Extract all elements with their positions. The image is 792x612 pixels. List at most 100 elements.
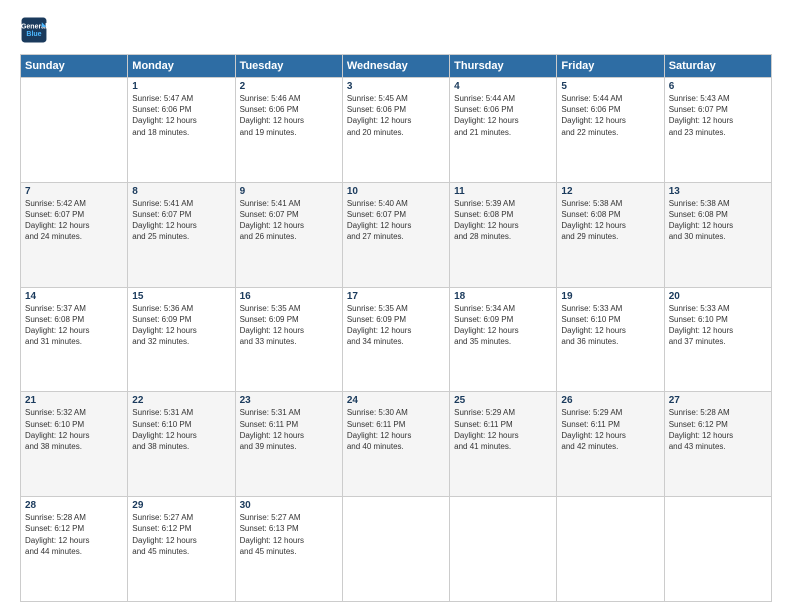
day-number: 17 (347, 291, 445, 302)
week-row-2: 7Sunrise: 5:42 AM Sunset: 6:07 PM Daylig… (21, 182, 772, 287)
day-info: Sunrise: 5:38 AM Sunset: 6:08 PM Dayligh… (561, 198, 659, 243)
day-info: Sunrise: 5:35 AM Sunset: 6:09 PM Dayligh… (347, 303, 445, 348)
calendar-page: General Blue SundayMondayTuesdayWednesda… (0, 0, 792, 612)
day-info: Sunrise: 5:41 AM Sunset: 6:07 PM Dayligh… (132, 198, 230, 243)
calendar-cell (557, 497, 664, 602)
calendar-cell: 17Sunrise: 5:35 AM Sunset: 6:09 PM Dayli… (342, 287, 449, 392)
day-number: 11 (454, 186, 552, 197)
header-row: SundayMondayTuesdayWednesdayThursdayFrid… (21, 55, 772, 78)
day-number: 23 (240, 395, 338, 406)
day-info: Sunrise: 5:27 AM Sunset: 6:13 PM Dayligh… (240, 512, 338, 557)
day-number: 7 (25, 186, 123, 197)
calendar-cell (450, 497, 557, 602)
day-number: 3 (347, 81, 445, 92)
week-row-1: 1Sunrise: 5:47 AM Sunset: 6:06 PM Daylig… (21, 78, 772, 183)
day-number: 28 (25, 500, 123, 511)
calendar-cell: 27Sunrise: 5:28 AM Sunset: 6:12 PM Dayli… (664, 392, 771, 497)
calendar-cell: 5Sunrise: 5:44 AM Sunset: 6:06 PM Daylig… (557, 78, 664, 183)
calendar-cell: 9Sunrise: 5:41 AM Sunset: 6:07 PM Daylig… (235, 182, 342, 287)
calendar-cell (21, 78, 128, 183)
day-number: 12 (561, 186, 659, 197)
calendar-cell: 12Sunrise: 5:38 AM Sunset: 6:08 PM Dayli… (557, 182, 664, 287)
calendar-cell: 1Sunrise: 5:47 AM Sunset: 6:06 PM Daylig… (128, 78, 235, 183)
day-info: Sunrise: 5:29 AM Sunset: 6:11 PM Dayligh… (454, 407, 552, 452)
calendar-cell: 24Sunrise: 5:30 AM Sunset: 6:11 PM Dayli… (342, 392, 449, 497)
day-number: 6 (669, 81, 767, 92)
day-info: Sunrise: 5:31 AM Sunset: 6:11 PM Dayligh… (240, 407, 338, 452)
day-info: Sunrise: 5:39 AM Sunset: 6:08 PM Dayligh… (454, 198, 552, 243)
calendar-cell: 21Sunrise: 5:32 AM Sunset: 6:10 PM Dayli… (21, 392, 128, 497)
day-info: Sunrise: 5:33 AM Sunset: 6:10 PM Dayligh… (669, 303, 767, 348)
calendar-cell: 4Sunrise: 5:44 AM Sunset: 6:06 PM Daylig… (450, 78, 557, 183)
day-info: Sunrise: 5:37 AM Sunset: 6:08 PM Dayligh… (25, 303, 123, 348)
day-info: Sunrise: 5:28 AM Sunset: 6:12 PM Dayligh… (25, 512, 123, 557)
day-number: 5 (561, 81, 659, 92)
day-number: 2 (240, 81, 338, 92)
day-number: 18 (454, 291, 552, 302)
day-info: Sunrise: 5:29 AM Sunset: 6:11 PM Dayligh… (561, 407, 659, 452)
day-info: Sunrise: 5:47 AM Sunset: 6:06 PM Dayligh… (132, 93, 230, 138)
day-info: Sunrise: 5:30 AM Sunset: 6:11 PM Dayligh… (347, 407, 445, 452)
day-info: Sunrise: 5:35 AM Sunset: 6:09 PM Dayligh… (240, 303, 338, 348)
header-monday: Monday (128, 55, 235, 78)
day-number: 22 (132, 395, 230, 406)
day-info: Sunrise: 5:33 AM Sunset: 6:10 PM Dayligh… (561, 303, 659, 348)
day-number: 14 (25, 291, 123, 302)
day-number: 10 (347, 186, 445, 197)
calendar-cell: 29Sunrise: 5:27 AM Sunset: 6:12 PM Dayli… (128, 497, 235, 602)
day-number: 29 (132, 500, 230, 511)
calendar-cell: 22Sunrise: 5:31 AM Sunset: 6:10 PM Dayli… (128, 392, 235, 497)
day-info: Sunrise: 5:43 AM Sunset: 6:07 PM Dayligh… (669, 93, 767, 138)
day-info: Sunrise: 5:32 AM Sunset: 6:10 PM Dayligh… (25, 407, 123, 452)
day-number: 26 (561, 395, 659, 406)
week-row-4: 21Sunrise: 5:32 AM Sunset: 6:10 PM Dayli… (21, 392, 772, 497)
header-tuesday: Tuesday (235, 55, 342, 78)
calendar-cell: 18Sunrise: 5:34 AM Sunset: 6:09 PM Dayli… (450, 287, 557, 392)
day-info: Sunrise: 5:36 AM Sunset: 6:09 PM Dayligh… (132, 303, 230, 348)
day-number: 30 (240, 500, 338, 511)
calendar-cell (664, 497, 771, 602)
calendar-cell: 2Sunrise: 5:46 AM Sunset: 6:06 PM Daylig… (235, 78, 342, 183)
logo-icon: General Blue (20, 16, 48, 44)
week-row-5: 28Sunrise: 5:28 AM Sunset: 6:12 PM Dayli… (21, 497, 772, 602)
day-info: Sunrise: 5:34 AM Sunset: 6:09 PM Dayligh… (454, 303, 552, 348)
day-number: 21 (25, 395, 123, 406)
day-number: 1 (132, 81, 230, 92)
day-number: 25 (454, 395, 552, 406)
svg-text:Blue: Blue (26, 31, 41, 38)
day-info: Sunrise: 5:40 AM Sunset: 6:07 PM Dayligh… (347, 198, 445, 243)
day-info: Sunrise: 5:38 AM Sunset: 6:08 PM Dayligh… (669, 198, 767, 243)
calendar-cell (342, 497, 449, 602)
calendar-cell: 13Sunrise: 5:38 AM Sunset: 6:08 PM Dayli… (664, 182, 771, 287)
day-info: Sunrise: 5:42 AM Sunset: 6:07 PM Dayligh… (25, 198, 123, 243)
calendar-cell: 10Sunrise: 5:40 AM Sunset: 6:07 PM Dayli… (342, 182, 449, 287)
header: General Blue (20, 16, 772, 44)
calendar-table: SundayMondayTuesdayWednesdayThursdayFrid… (20, 54, 772, 602)
calendar-cell: 11Sunrise: 5:39 AM Sunset: 6:08 PM Dayli… (450, 182, 557, 287)
week-row-3: 14Sunrise: 5:37 AM Sunset: 6:08 PM Dayli… (21, 287, 772, 392)
day-info: Sunrise: 5:31 AM Sunset: 6:10 PM Dayligh… (132, 407, 230, 452)
header-thursday: Thursday (450, 55, 557, 78)
header-sunday: Sunday (21, 55, 128, 78)
calendar-cell: 16Sunrise: 5:35 AM Sunset: 6:09 PM Dayli… (235, 287, 342, 392)
calendar-cell: 26Sunrise: 5:29 AM Sunset: 6:11 PM Dayli… (557, 392, 664, 497)
day-info: Sunrise: 5:44 AM Sunset: 6:06 PM Dayligh… (454, 93, 552, 138)
day-info: Sunrise: 5:28 AM Sunset: 6:12 PM Dayligh… (669, 407, 767, 452)
header-friday: Friday (557, 55, 664, 78)
day-number: 19 (561, 291, 659, 302)
day-number: 8 (132, 186, 230, 197)
calendar-cell: 15Sunrise: 5:36 AM Sunset: 6:09 PM Dayli… (128, 287, 235, 392)
day-info: Sunrise: 5:45 AM Sunset: 6:06 PM Dayligh… (347, 93, 445, 138)
day-number: 27 (669, 395, 767, 406)
calendar-cell: 3Sunrise: 5:45 AM Sunset: 6:06 PM Daylig… (342, 78, 449, 183)
day-number: 4 (454, 81, 552, 92)
calendar-cell: 28Sunrise: 5:28 AM Sunset: 6:12 PM Dayli… (21, 497, 128, 602)
day-info: Sunrise: 5:46 AM Sunset: 6:06 PM Dayligh… (240, 93, 338, 138)
calendar-cell: 8Sunrise: 5:41 AM Sunset: 6:07 PM Daylig… (128, 182, 235, 287)
header-wednesday: Wednesday (342, 55, 449, 78)
calendar-cell: 25Sunrise: 5:29 AM Sunset: 6:11 PM Dayli… (450, 392, 557, 497)
logo: General Blue (20, 16, 52, 44)
day-number: 13 (669, 186, 767, 197)
header-saturday: Saturday (664, 55, 771, 78)
calendar-cell: 6Sunrise: 5:43 AM Sunset: 6:07 PM Daylig… (664, 78, 771, 183)
